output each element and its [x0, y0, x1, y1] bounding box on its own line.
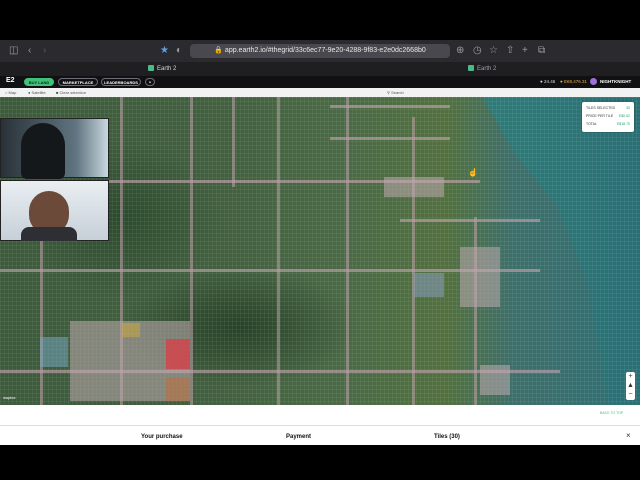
selection-summary-panel: TILES SELECTED 30 PRICE PER TILE E$0.62 …	[582, 102, 634, 132]
tab-overview-icon[interactable]: ⧉	[538, 45, 545, 57]
compass-icon[interactable]: ▲	[626, 381, 635, 390]
search-label: Search	[391, 90, 404, 95]
claimed-tiles-block	[480, 365, 510, 395]
claimed-strip	[412, 117, 415, 405]
sidebar-toggle-icon[interactable]: ◫	[9, 45, 18, 57]
username[interactable]: NIGHTKNIGHT	[600, 79, 631, 84]
browser-tab-strip: Earth 2 Earth 2	[0, 62, 640, 76]
browser-tab-active[interactable]: Earth 2	[148, 63, 176, 75]
tiles-selected-label: TILES SELECTED	[586, 106, 616, 110]
app-header: E2 BUY LAND MARKETPLACE LEADERBOARDS • ●…	[0, 76, 640, 88]
total-value: E$18.70	[616, 122, 630, 126]
mouse-cursor-icon: ☝	[468, 168, 478, 177]
claimed-strip	[232, 97, 235, 187]
avatar[interactable]	[590, 78, 597, 85]
back-to-top-link[interactable]: BACK TO TOP	[600, 411, 623, 415]
earth2-favicon-icon	[148, 65, 154, 71]
share-icon[interactable]: ⇧	[506, 45, 514, 57]
browser-tab[interactable]: Earth 2	[468, 63, 496, 75]
essence-value: E€8,476.31	[563, 79, 588, 84]
marketplace-button[interactable]: MARKETPLACE	[58, 78, 98, 86]
lock-icon: 🔒	[214, 47, 223, 54]
claimed-tiles-block	[166, 377, 190, 401]
tab-label: Earth 2	[477, 66, 497, 72]
tiles-tab[interactable]: Tiles (30)	[434, 433, 460, 441]
claimed-strip	[277, 97, 280, 405]
coin-icon: ●	[540, 79, 543, 84]
address-bar[interactable]: 🔒 app.earth2.io/#thegrid/33c6ec77-9e20-4…	[190, 44, 450, 58]
essence-balance: ● E€8,476.31	[560, 79, 587, 84]
price-per-tile-value: E$0.62	[618, 114, 630, 118]
map-label: Map	[8, 90, 17, 95]
map-search[interactable]: ⚲ Search	[387, 90, 404, 95]
history-icon[interactable]: ◷	[473, 45, 482, 57]
forward-arrow-icon[interactable]: ›	[43, 45, 46, 57]
video-thumbnail-participant-1	[0, 118, 109, 179]
zoom-in-button[interactable]: +	[626, 372, 635, 381]
video-thumbnail-participant-2	[0, 180, 109, 241]
leaderboards-button[interactable]: LEADERBOARDS	[101, 78, 141, 86]
satellite-label: Satellite	[31, 90, 46, 95]
claimed-strip	[474, 217, 477, 405]
privacy-shield-icon[interactable]: ◐	[176, 45, 182, 57]
divider	[0, 425, 640, 426]
map-toolbar: ○ Map ● Satellite ■ Clear selection ⚲ Se…	[0, 88, 640, 97]
claimed-strip	[0, 269, 540, 272]
your-purchase-tab[interactable]: Your purchase	[141, 433, 183, 441]
clear-selection-label: Clear selection	[59, 90, 86, 95]
claimed-strip	[400, 219, 540, 222]
selected-tiles[interactable]	[166, 339, 190, 369]
extension-icon[interactable]: ★	[160, 45, 169, 57]
tiles-selected-value: 30	[626, 106, 630, 110]
map-attribution[interactable]: mapbox	[3, 396, 15, 400]
buy-land-button[interactable]: BUY LAND	[24, 78, 54, 86]
essence-icon: ●	[560, 79, 563, 84]
new-tab-icon[interactable]: +	[522, 45, 528, 57]
back-arrow-icon[interactable]: ‹	[28, 45, 31, 57]
claimed-tiles-block	[384, 177, 444, 197]
search-icon: ⚲	[387, 90, 390, 95]
browser-toolbar: ◫ ‹ › ★ ◐ 🔒 app.earth2.io/#thegrid/33c6e…	[0, 40, 640, 62]
zoom-out-button[interactable]: −	[626, 390, 635, 399]
download-icon[interactable]: ⊕	[456, 45, 464, 57]
claimed-strip	[190, 97, 193, 405]
balance-display: ● 24.46	[540, 79, 555, 84]
earth2-favicon-icon	[468, 65, 474, 71]
map-view-toggle[interactable]: ○ Map	[5, 90, 16, 95]
claimed-tiles-block	[460, 247, 500, 307]
total-label: TOTAL	[586, 122, 597, 126]
url-text: app.earth2.io/#thegrid/33c6ec77-9e20-428…	[224, 47, 426, 54]
tab-label: Earth 2	[157, 66, 177, 72]
close-icon[interactable]: ×	[626, 431, 631, 440]
earth2-logo[interactable]: E2	[6, 77, 15, 84]
claimed-tiles-block	[40, 337, 68, 367]
participant-shirt	[21, 227, 77, 241]
participant-silhouette	[21, 123, 65, 179]
clear-selection-button[interactable]: ■ Clear selection	[56, 90, 86, 95]
satellite-view-toggle[interactable]: ● Satellite	[28, 90, 46, 95]
price-per-tile-label: PRICE PER TILE	[586, 114, 614, 118]
claimed-strip	[346, 97, 349, 405]
payment-tab[interactable]: Payment	[286, 433, 311, 441]
claimed-tiles-block	[122, 323, 140, 337]
zoom-control: + ▲ −	[626, 372, 635, 400]
claimed-tiles-block	[414, 273, 444, 297]
bookmark-star-icon[interactable]: ☆	[489, 45, 498, 57]
balance-value: 24.46	[543, 79, 556, 84]
more-icon[interactable]: •	[145, 78, 155, 86]
